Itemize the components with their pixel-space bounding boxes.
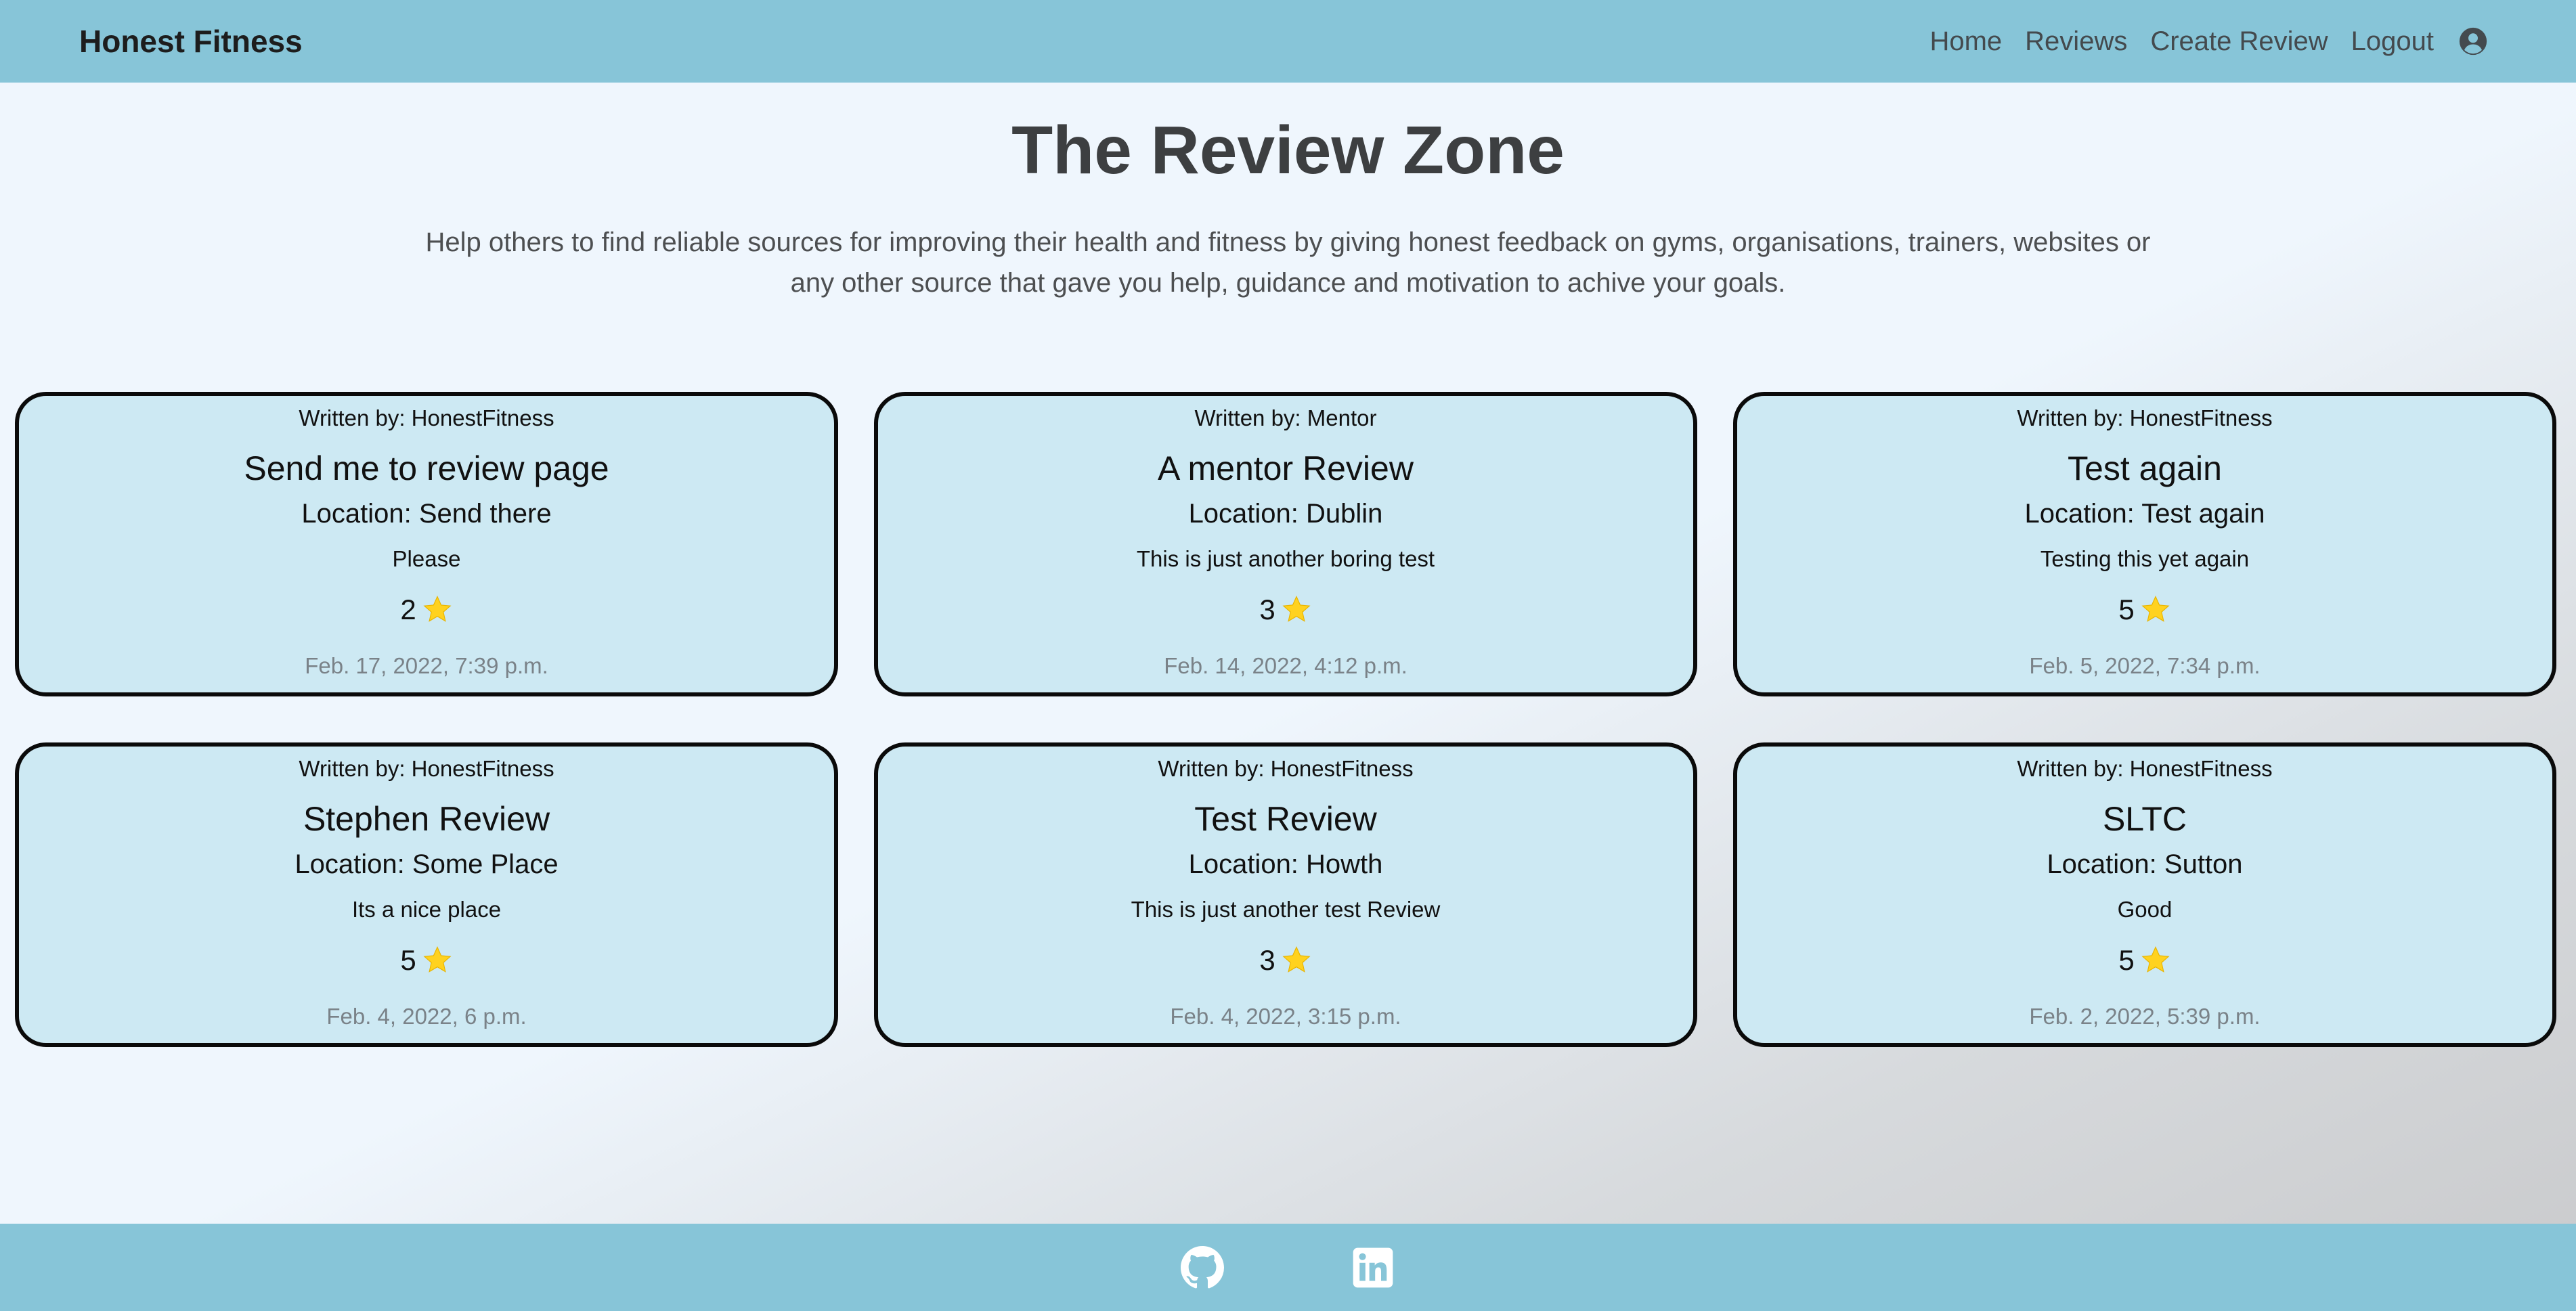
review-rating: 3 <box>878 944 1693 977</box>
review-location: Location: Sutton <box>2047 849 2243 879</box>
review-rating: 5 <box>1737 594 2552 626</box>
nav-home-link[interactable]: Home <box>1929 26 2002 57</box>
review-card[interactable]: Written by: HonestFitness Stephen Review… <box>15 742 838 1047</box>
review-location: Location: Dublin <box>1188 499 1383 529</box>
rating-value: 5 <box>2118 594 2135 625</box>
rating-value: 3 <box>1259 944 1275 976</box>
review-title: Test Review <box>1194 800 1377 838</box>
review-location: Location: Test again <box>2024 499 2265 529</box>
star-icon <box>2140 945 2171 976</box>
review-body: Its a nice place <box>351 897 502 922</box>
star-icon <box>422 945 453 976</box>
review-body: This is just another boring test <box>1136 546 1435 571</box>
star-icon <box>1281 945 1312 976</box>
review-title: A mentor Review <box>1158 449 1414 487</box>
review-body: Testing this yet again <box>2040 546 2250 571</box>
nav-reviews-link[interactable]: Reviews <box>2025 26 2127 57</box>
footer <box>0 1224 2576 1311</box>
review-title: Send me to review page <box>244 449 609 487</box>
review-location: Location: Some Place <box>294 849 559 879</box>
review-title: Test again <box>2068 449 2222 487</box>
linkedin-icon[interactable] <box>1351 1246 1395 1289</box>
review-date: Feb. 14, 2022, 4:12 p.m. <box>1164 653 1407 678</box>
review-body: This is just another test Review <box>1131 897 1441 922</box>
page-title: The Review Zone <box>1011 112 1565 188</box>
review-date: Feb. 4, 2022, 3:15 p.m. <box>1170 1004 1401 1029</box>
review-date: Feb. 4, 2022, 6 p.m. <box>326 1004 527 1029</box>
review-title: SLTC <box>2102 800 2187 838</box>
review-body: Good <box>2117 897 2173 922</box>
review-date: Feb. 2, 2022, 5:39 p.m. <box>2029 1004 2261 1029</box>
review-date: Feb. 17, 2022, 7:39 p.m. <box>305 653 548 678</box>
review-author: Written by: HonestFitness <box>2017 405 2273 430</box>
star-icon <box>422 594 453 625</box>
review-title: Stephen Review <box>303 800 550 838</box>
review-rating: 3 <box>878 594 1693 626</box>
review-location: Location: Send there <box>301 499 552 529</box>
review-rating: 5 <box>1737 944 2552 977</box>
nav-create-review-link[interactable]: Create Review <box>2150 26 2328 57</box>
review-card[interactable]: Written by: HonestFitness Send me to rev… <box>15 392 838 696</box>
rating-value: 5 <box>2118 944 2135 976</box>
review-author: Written by: HonestFitness <box>299 405 554 430</box>
review-location: Location: Howth <box>1188 849 1383 879</box>
review-rating: 5 <box>19 944 834 977</box>
rating-value: 3 <box>1259 594 1275 625</box>
review-author: Written by: Mentor <box>1194 405 1377 430</box>
review-author: Written by: HonestFitness <box>2017 756 2273 781</box>
review-author: Written by: HonestFitness <box>1158 756 1414 781</box>
brand-logo[interactable]: Honest Fitness <box>79 0 303 83</box>
star-icon <box>1281 594 1312 625</box>
page-subtitle: Help others to find reliable sources for… <box>425 227 2151 298</box>
review-body: Please <box>392 546 461 571</box>
star-icon <box>2140 594 2171 625</box>
review-card[interactable]: Written by: HonestFitness Test Review Lo… <box>874 742 1697 1047</box>
review-card[interactable]: Written by: HonestFitness Test again Loc… <box>1733 392 2556 696</box>
github-icon[interactable] <box>1181 1246 1224 1289</box>
navbar: Honest Fitness Home Reviews Create Revie… <box>0 0 2576 83</box>
rating-value: 5 <box>400 944 416 976</box>
review-date: Feb. 5, 2022, 7:34 p.m. <box>2029 653 2261 678</box>
nav-logout-link[interactable]: Logout <box>2351 26 2434 57</box>
user-circle-icon[interactable] <box>2458 26 2488 56</box>
nav-links: Home Reviews Create Review Logout <box>1906 0 2488 83</box>
review-author: Written by: HonestFitness <box>299 756 554 781</box>
review-rating: 2 <box>19 594 834 626</box>
rating-value: 2 <box>400 594 416 625</box>
review-card[interactable]: Written by: Mentor A mentor Review Locat… <box>874 392 1697 696</box>
review-card[interactable]: Written by: HonestFitness SLTC Location:… <box>1733 742 2556 1047</box>
